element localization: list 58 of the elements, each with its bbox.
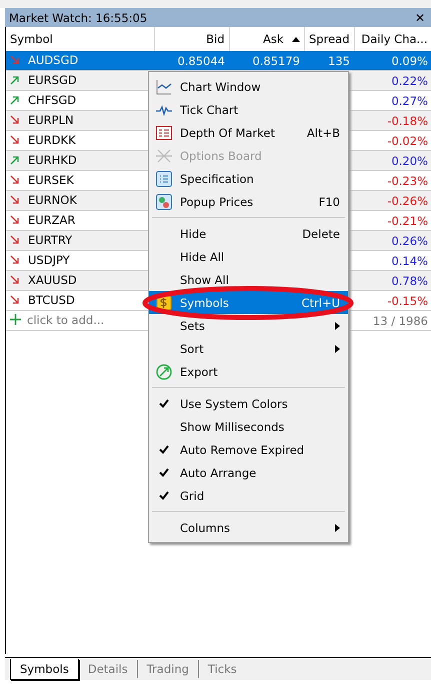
symbol-cell[interactable]: AUDSGD xyxy=(6,51,154,70)
symbol-name: EURDKK xyxy=(28,133,76,147)
change-cell: -0.15% xyxy=(387,294,428,308)
column-header[interactable]: Daily Cha... xyxy=(354,27,431,51)
tab[interactable]: Symbols xyxy=(10,659,79,680)
menu-item[interactable]: Columns xyxy=(149,516,348,539)
window-title: Market Watch: 16:55:05 xyxy=(9,10,148,24)
menu-item[interactable]: Export xyxy=(149,360,348,383)
change-cell: -0.26% xyxy=(387,194,428,208)
menu-item[interactable]: Use System Colors xyxy=(149,392,348,415)
popup-icon xyxy=(155,192,173,210)
ask-cell: 0.85179 xyxy=(252,54,300,68)
change-cell: 0.78% xyxy=(391,274,428,288)
change-cell: -0.18% xyxy=(387,114,428,128)
tab[interactable]: Ticks xyxy=(198,660,246,678)
column-header[interactable]: Bid xyxy=(154,27,229,51)
change-cell: 0.14% xyxy=(391,254,428,268)
add-symbol-field[interactable]: click to add... xyxy=(27,312,104,327)
menu-item[interactable]: Auto Arrange xyxy=(149,461,348,484)
change-cell: 0.09% xyxy=(391,54,428,68)
symbol-name: EURNOK xyxy=(28,193,77,207)
change-cell: 0.20% xyxy=(391,154,428,168)
symbol-name: BTCUSD xyxy=(28,293,75,307)
symbol-name: EURHKD xyxy=(28,153,77,167)
change-cell: 0.27% xyxy=(391,94,428,108)
depth-icon xyxy=(155,124,173,142)
column-header[interactable]: Ask xyxy=(229,27,304,51)
change-cell: 0.22% xyxy=(391,74,428,88)
symbol-name: USDJPY xyxy=(28,253,70,267)
menu-item[interactable]: Sort xyxy=(149,337,348,360)
menu-item[interactable]: Auto Remove Expired xyxy=(149,438,348,461)
options-icon xyxy=(155,146,173,164)
bid-cell: 0.85044 xyxy=(177,54,225,68)
spread-cell: 135 xyxy=(328,54,350,68)
menu-item[interactable]: Sets xyxy=(149,314,348,337)
column-header[interactable]: Spread xyxy=(304,27,354,51)
symbol-count: 13 / 1986 xyxy=(372,314,428,328)
symbol-name: EURSGD xyxy=(28,73,77,87)
symbol-name: AUDSGD xyxy=(28,53,78,67)
close-button[interactable]: ✕ xyxy=(413,10,427,24)
symbol-name: EURTRY xyxy=(28,233,72,247)
change-cell: -0.02% xyxy=(387,134,428,148)
menu-item[interactable]: Grid xyxy=(149,484,348,507)
change-cell: 0.26% xyxy=(391,234,428,248)
plus-icon xyxy=(10,314,21,326)
symbol-name: EURSEK xyxy=(28,173,74,187)
change-cell: -0.23% xyxy=(387,174,428,188)
tab[interactable]: Trading xyxy=(136,660,198,678)
line-chart-icon xyxy=(155,78,173,96)
symbol-name: CHFSGD xyxy=(28,93,76,107)
list-icon xyxy=(155,170,173,188)
symbol-name: XAUUSD xyxy=(28,273,77,287)
change-cell: -0.21% xyxy=(387,214,428,228)
symbol-name: EURPLN xyxy=(28,113,74,127)
column-header[interactable]: Symbol xyxy=(6,27,154,51)
menu-item[interactable]: Show Milliseconds xyxy=(149,415,348,438)
tab[interactable]: Details xyxy=(78,660,137,678)
symbol-name: EURZAR xyxy=(28,213,76,227)
